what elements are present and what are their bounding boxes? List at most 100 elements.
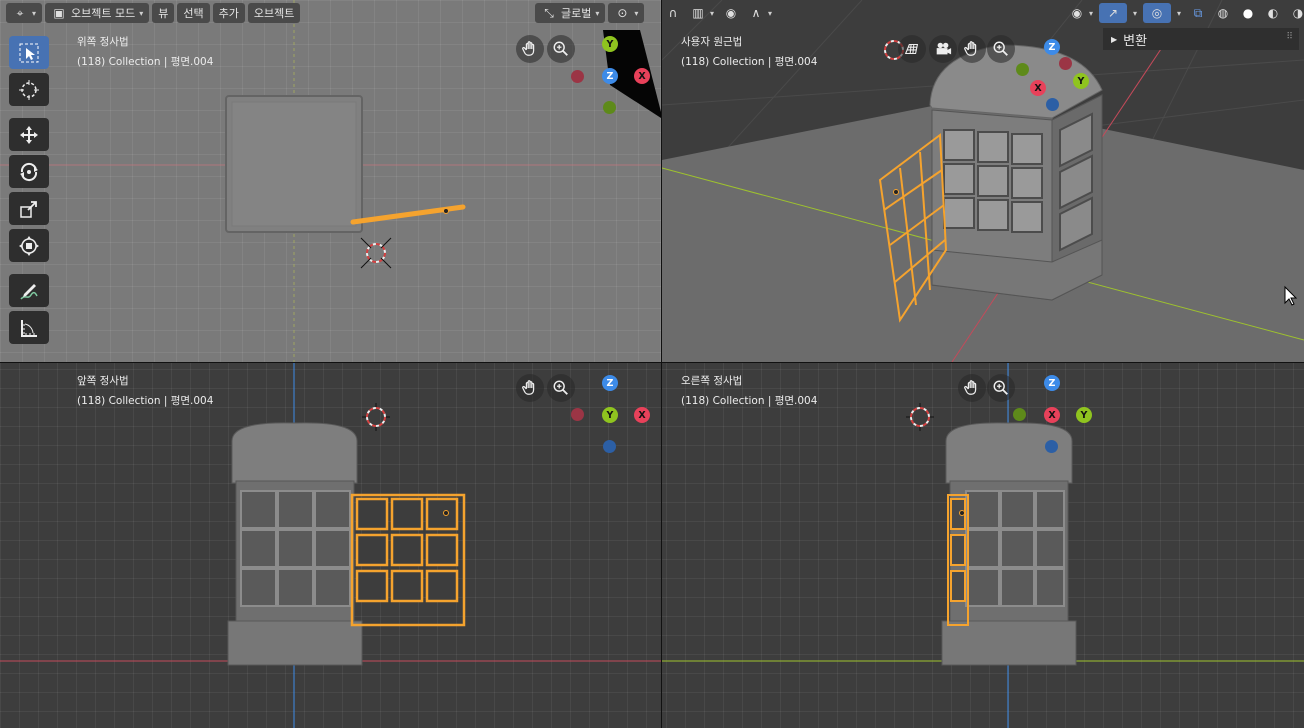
drag-grip-icon[interactable]: ⠿ (1286, 32, 1293, 42)
grid-icon[interactable] (898, 35, 926, 63)
axis-neg-y-icon[interactable] (1016, 63, 1029, 76)
material-icon: ◐ (1267, 6, 1279, 20)
annotate-icon (20, 283, 38, 300)
axis-neg-z-icon[interactable] (603, 440, 616, 453)
snap-icon: ▥ (692, 6, 704, 20)
transform-icon (19, 235, 39, 256)
axis-x-icon[interactable]: X (1030, 80, 1046, 96)
orientation-label: 글로벌 (561, 7, 592, 20)
transform-tool[interactable] (9, 229, 49, 262)
xray-toggle[interactable]: ⧉ (1187, 3, 1209, 23)
expand-arrow-icon: ▶ (1111, 34, 1118, 44)
transform-panel-header[interactable]: ▶ 변환 ⠿ (1103, 28, 1299, 50)
orientation-icon: ⤡ (544, 5, 554, 20)
axis-y-icon[interactable]: Y (1073, 73, 1089, 89)
hand-pan-icon[interactable] (516, 35, 544, 63)
scale-tool[interactable] (9, 192, 49, 225)
viewport-header-persp: ∩ ▥ ▾ ◉ ∧ ▾ (662, 0, 775, 26)
menu-view[interactable]: 뷰 (152, 3, 175, 23)
viewport-front-ortho[interactable]: 앞쪽 정사법 (118) Collection | 평면.004 Z Y X (0, 363, 661, 728)
viewport-header-right: ⤡ 글로벌 ▾ ⊙ ▾ (535, 0, 645, 26)
menu-add[interactable]: 추가 (212, 3, 245, 23)
editor-type-button[interactable]: ⌖ ▾ (6, 3, 43, 23)
axis-neg-x-icon[interactable] (1059, 57, 1072, 70)
select-box-tool[interactable] (9, 36, 49, 69)
viewport-top-name: 위쪽 정사법 (77, 36, 129, 48)
annotate-tool[interactable] (9, 274, 49, 307)
scene-right (662, 363, 1304, 728)
select-box-icon (19, 43, 39, 62)
scale-icon (20, 200, 37, 218)
move-icon (20, 125, 38, 144)
proportional-toggle[interactable]: ◉ (720, 3, 742, 23)
magnet-icon: ∩ (668, 6, 678, 20)
overlay-toggle[interactable]: ◎ (1143, 3, 1172, 23)
wireframe-shading[interactable]: ◍ (1212, 3, 1234, 23)
rotate-icon (20, 162, 38, 181)
zoom-icon[interactable] (987, 35, 1015, 63)
axis-z-icon[interactable]: Z (1044, 375, 1060, 391)
hand-pan-icon[interactable] (516, 374, 544, 402)
transform-panel-title: 변환 (1123, 33, 1148, 49)
axis-x-icon[interactable]: X (634, 68, 650, 84)
axis-neg-x-icon[interactable] (571, 408, 584, 421)
axis-editor-icon: ⌖ (16, 5, 24, 20)
gizmo-toggle[interactable]: ↗ (1099, 3, 1128, 23)
viewport-front-name: 앞쪽 정사법 (77, 375, 129, 387)
axis-neg-x-icon[interactable] (571, 70, 584, 83)
xray-icon: ⧉ (1193, 5, 1203, 20)
axis-y-icon[interactable]: Y (602, 36, 618, 52)
mode-label: 오브젝트 모드 (71, 7, 136, 20)
zoom-icon[interactable] (547, 374, 575, 402)
camera-icon[interactable] (929, 35, 957, 63)
viewport-top-info: (118) Collection | 평면.004 (77, 56, 214, 68)
pivot-icon: ⊙ (617, 6, 628, 20)
menu-select[interactable]: 선택 (177, 3, 210, 23)
rendered-shading[interactable]: ◑ (1287, 3, 1304, 23)
viewport-right-name: 오른쪽 정사법 (681, 375, 743, 387)
menu-object[interactable]: 오브젝트 (247, 3, 301, 23)
wireframe-icon: ◍ (1217, 6, 1229, 20)
axis-neg-z-icon[interactable] (1045, 440, 1058, 453)
zoom-icon[interactable] (547, 35, 575, 63)
pivot-dropdown[interactable]: ⊙ ▾ (608, 3, 645, 23)
rendered-icon: ◑ (1292, 6, 1304, 20)
viewport-right-ortho[interactable]: 오른쪽 정사법 (118) Collection | 평면.004 Z X Y (662, 363, 1304, 728)
material-shading[interactable]: ◐ (1262, 3, 1284, 23)
viewport-persp-name: 사용자 원근법 (681, 36, 743, 48)
snap-toggle[interactable]: ∩ (662, 3, 684, 23)
measure-tool[interactable] (9, 311, 49, 344)
hand-pan-icon[interactable] (958, 374, 986, 402)
zoom-icon[interactable] (987, 374, 1015, 402)
move-tool[interactable] (9, 118, 49, 151)
axis-z-icon[interactable]: Z (1044, 39, 1060, 55)
scene-front (0, 363, 661, 728)
rotate-tool[interactable] (9, 155, 49, 188)
axis-x-icon[interactable]: X (1044, 407, 1060, 423)
mode-dropdown[interactable]: ▣ 오브젝트 모드 ▾ (45, 3, 150, 23)
viewport-user-perspective[interactable]: 사용자 원근법 (118) Collection | 평면.004 Z Y X (662, 0, 1304, 362)
falloff-dropdown[interactable]: ∧ ▾ (745, 3, 775, 23)
measure-icon (21, 319, 37, 337)
overlay-dropdown[interactable]: ▾ (1174, 3, 1184, 23)
axis-x-icon[interactable]: X (634, 407, 650, 423)
solid-icon: ● (1242, 6, 1254, 20)
axis-y-icon[interactable]: Y (602, 407, 618, 423)
solid-shading[interactable]: ● (1237, 3, 1259, 23)
axis-neg-y-icon[interactable] (1013, 408, 1026, 421)
orientation-dropdown[interactable]: ⤡ 글로벌 ▾ (535, 3, 606, 23)
gizmo-dropdown[interactable]: ▾ (1130, 3, 1140, 23)
viewport-front-info: (118) Collection | 평면.004 (77, 395, 214, 407)
hand-pan-icon[interactable] (958, 35, 986, 63)
area-divider-vertical[interactable] (661, 0, 662, 728)
viewport-top-ortho[interactable]: 위쪽 정사법 (118) Collection | 평면.004 Y Z X (0, 0, 661, 362)
snap-dropdown[interactable]: ▥ ▾ (687, 3, 717, 23)
area-divider-horizontal[interactable] (0, 362, 1304, 363)
cursor-tool[interactable] (9, 73, 49, 106)
axis-z-icon[interactable]: Z (602, 68, 618, 84)
axis-z-icon[interactable]: Z (602, 375, 618, 391)
axis-y-icon[interactable]: Y (1076, 407, 1092, 423)
axis-neg-z-icon[interactable] (1046, 98, 1059, 111)
visibility-dropdown[interactable]: ◉ ▾ (1066, 3, 1096, 23)
axis-neg-y-icon[interactable] (603, 101, 616, 114)
